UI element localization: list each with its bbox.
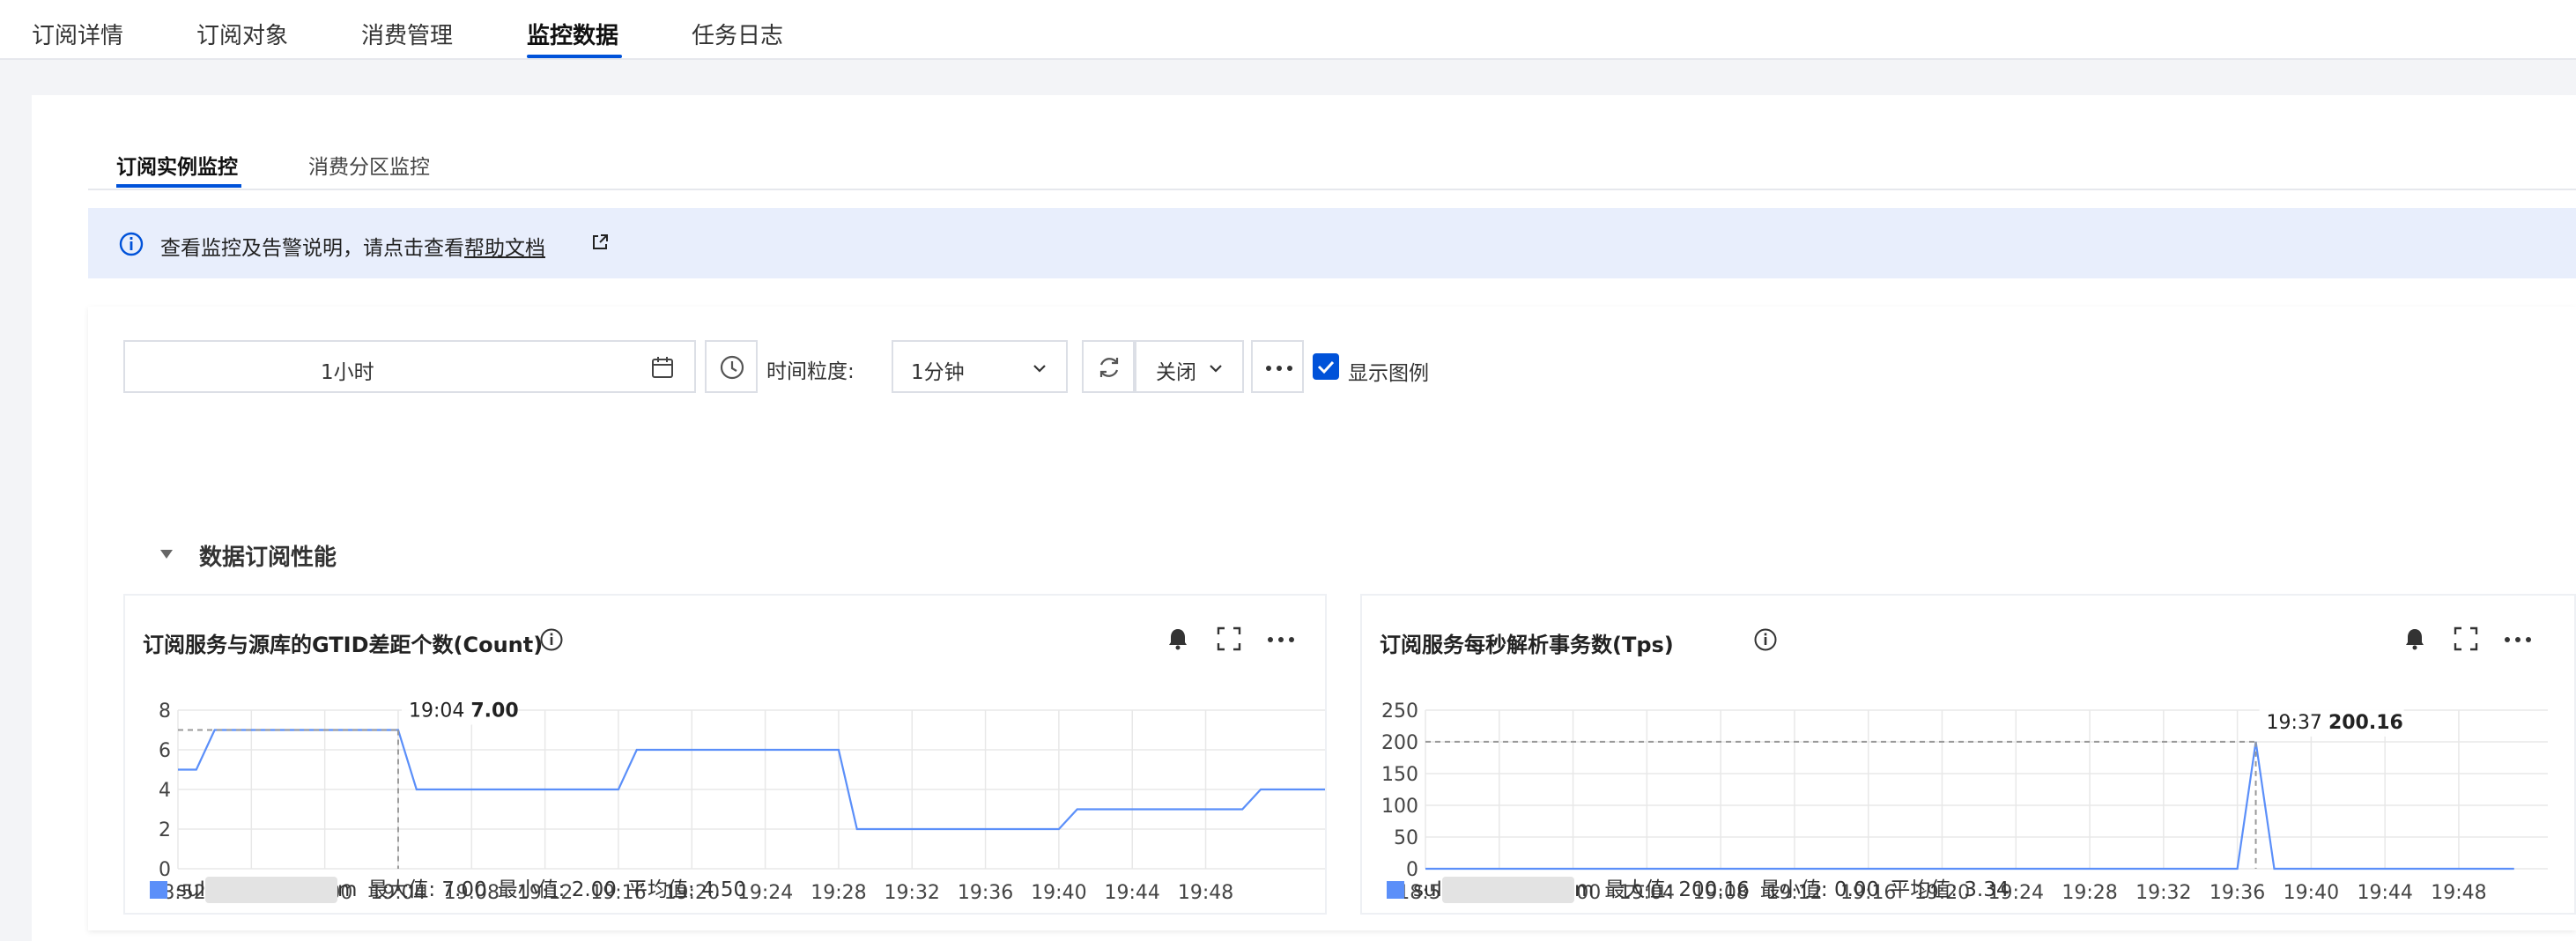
tooltip: 19:04 7.00 bbox=[401, 694, 519, 725]
active-subtab-indicator bbox=[116, 184, 241, 188]
external-link-icon[interactable] bbox=[590, 233, 610, 252]
chart-legend: sul m 最大值: 7.00 最小值: 2.00 平均值: 4.50 bbox=[150, 872, 746, 903]
x-tick-label: 19:44 bbox=[2357, 882, 2412, 904]
top-tab-bar: 订阅详情 订阅对象 消费管理 监控数据 任务日志 bbox=[0, 0, 2576, 60]
tooltip: 19:37 200.16 bbox=[2259, 706, 2404, 737]
refresh-button[interactable] bbox=[1082, 340, 1135, 393]
x-tick-label: 19:44 bbox=[1105, 882, 1160, 904]
tooltip-value: 7.00 bbox=[470, 700, 518, 722]
tab-consumption-management[interactable]: 消费管理 bbox=[361, 18, 453, 50]
time-range-value: 1小时 bbox=[321, 361, 374, 384]
checkmark-icon bbox=[1317, 360, 1335, 374]
tab-subscription-details[interactable]: 订阅详情 bbox=[32, 18, 123, 50]
auto-refresh-value: 关闭 bbox=[1156, 361, 1196, 384]
subtab-partition-monitoring[interactable]: 消费分区监控 bbox=[308, 150, 430, 180]
show-legend-checkbox[interactable] bbox=[1313, 353, 1339, 380]
redacted-series-name bbox=[1441, 877, 1574, 903]
chart-legend: sul m 最大值: 200.16 最小值: 0.00 平均值: 3.34 bbox=[1387, 872, 2009, 903]
monitor-card: 1小时 时间粒度: 1分钟 关闭 显示图例 数据订阅性能 订阅服务与源库的GTI… bbox=[88, 307, 2576, 930]
active-tab-indicator bbox=[527, 55, 622, 58]
tab-subscription-objects[interactable]: 订阅对象 bbox=[196, 18, 288, 50]
chevron-down-icon bbox=[1210, 365, 1222, 373]
x-tick-label: 19:32 bbox=[2136, 882, 2191, 904]
legend-min: 最小值: 2.00 bbox=[497, 878, 617, 901]
info-icon bbox=[119, 232, 144, 256]
redacted-series-name bbox=[204, 877, 337, 903]
legend-series-suffix: m bbox=[1573, 878, 1595, 901]
section-title: 数据订阅性能 bbox=[199, 545, 337, 571]
x-tick-label: 19:28 bbox=[811, 882, 866, 904]
help-doc-link[interactable]: 帮助文档 bbox=[464, 237, 545, 260]
y-tick-label: 250 bbox=[1381, 700, 1418, 722]
more-options-button[interactable] bbox=[1251, 340, 1304, 393]
chart-card-tps: 订阅服务每秒解析事务数(Tps) 18:5218:5619:0019:0419:… bbox=[1360, 594, 2576, 915]
gtid-line-chart[interactable]: 18:5218:5619:0019:0419:0819:1219:1619:20… bbox=[125, 596, 1325, 916]
legend-min: 最小值: 0.00 bbox=[1759, 878, 1880, 901]
legend-series-suffix: m bbox=[337, 878, 358, 901]
tooltip-value: 200.16 bbox=[2328, 712, 2403, 734]
subtab-divider bbox=[88, 189, 2576, 190]
auto-refresh-select[interactable]: 关闭 bbox=[1135, 340, 1244, 393]
y-tick-label: 200 bbox=[1381, 732, 1418, 754]
y-tick-label: 100 bbox=[1381, 796, 1418, 818]
y-tick-label: 8 bbox=[159, 700, 171, 722]
tps-line-chart[interactable]: 18:5218:5619:0019:0419:0819:1219:1619:20… bbox=[1362, 596, 2574, 916]
legend-swatch bbox=[150, 881, 167, 899]
x-tick-label: 19:40 bbox=[2284, 882, 2339, 904]
y-tick-label: 6 bbox=[159, 740, 171, 762]
tooltip-time: 19:37 200.16 bbox=[2267, 712, 2403, 734]
x-tick-label: 19:36 bbox=[2210, 882, 2265, 904]
y-tick-label: 4 bbox=[159, 780, 171, 802]
chevron-down-icon bbox=[1033, 365, 1046, 373]
granularity-select[interactable]: 1分钟 bbox=[892, 340, 1068, 393]
legend-series-prefix: sul bbox=[176, 878, 205, 901]
tab-task-logs[interactable]: 任务日志 bbox=[692, 18, 783, 50]
time-range-picker[interactable]: 1小时 bbox=[123, 340, 696, 393]
y-tick-label: 2 bbox=[159, 819, 171, 841]
more-icon bbox=[1266, 366, 1292, 371]
legend-swatch bbox=[1387, 881, 1404, 899]
x-tick-label: 19:40 bbox=[1031, 882, 1086, 904]
series-line bbox=[178, 729, 1325, 831]
legend-max: 最大值: 200.16 bbox=[1604, 878, 1750, 901]
calendar-icon bbox=[652, 357, 673, 378]
legend-avg: 平均值: 4.50 bbox=[626, 878, 747, 901]
tooltip-time: 19:04 7.00 bbox=[409, 700, 519, 722]
granularity-label: 时间粒度: bbox=[766, 360, 855, 383]
granularity-value: 1分钟 bbox=[911, 361, 965, 384]
x-tick-label: 19:32 bbox=[885, 882, 940, 904]
subtab-instance-monitoring[interactable]: 订阅实例监控 bbox=[116, 150, 238, 180]
info-notice: 查看监控及告警说明，请点击查看帮助文档 bbox=[88, 208, 2576, 278]
y-tick-label: 50 bbox=[1394, 827, 1418, 849]
x-tick-label: 19:36 bbox=[958, 882, 1013, 904]
legend-series-prefix: sul bbox=[1413, 878, 1442, 901]
monitoring-panel: 订阅实例监控 消费分区监控 查看监控及告警说明，请点击查看帮助文档 1小时 时间… bbox=[32, 95, 2576, 941]
clock-button[interactable] bbox=[705, 340, 758, 393]
legend-avg: 平均值: 3.34 bbox=[1890, 878, 2010, 901]
x-tick-label: 19:28 bbox=[2062, 882, 2117, 904]
chart-card-gtid: 订阅服务与源库的GTID差距个数(Count) 18:5218:5619:001… bbox=[123, 594, 1327, 915]
notice-message: 查看监控及告警说明，请点击查看 bbox=[160, 237, 464, 260]
show-legend-label: 显示图例 bbox=[1348, 362, 1429, 385]
tab-monitoring-data[interactable]: 监控数据 bbox=[527, 18, 618, 50]
legend-max: 最大值: 7.00 bbox=[367, 878, 487, 901]
notice-text: 查看监控及告警说明，请点击查看帮助文档 bbox=[160, 231, 545, 261]
y-tick-label: 150 bbox=[1381, 764, 1418, 786]
collapse-caret-icon[interactable] bbox=[159, 548, 174, 560]
refresh-icon bbox=[1099, 358, 1119, 377]
x-tick-label: 19:48 bbox=[2431, 882, 2486, 904]
x-tick-label: 19:48 bbox=[1178, 882, 1233, 904]
clock-icon bbox=[720, 355, 744, 380]
